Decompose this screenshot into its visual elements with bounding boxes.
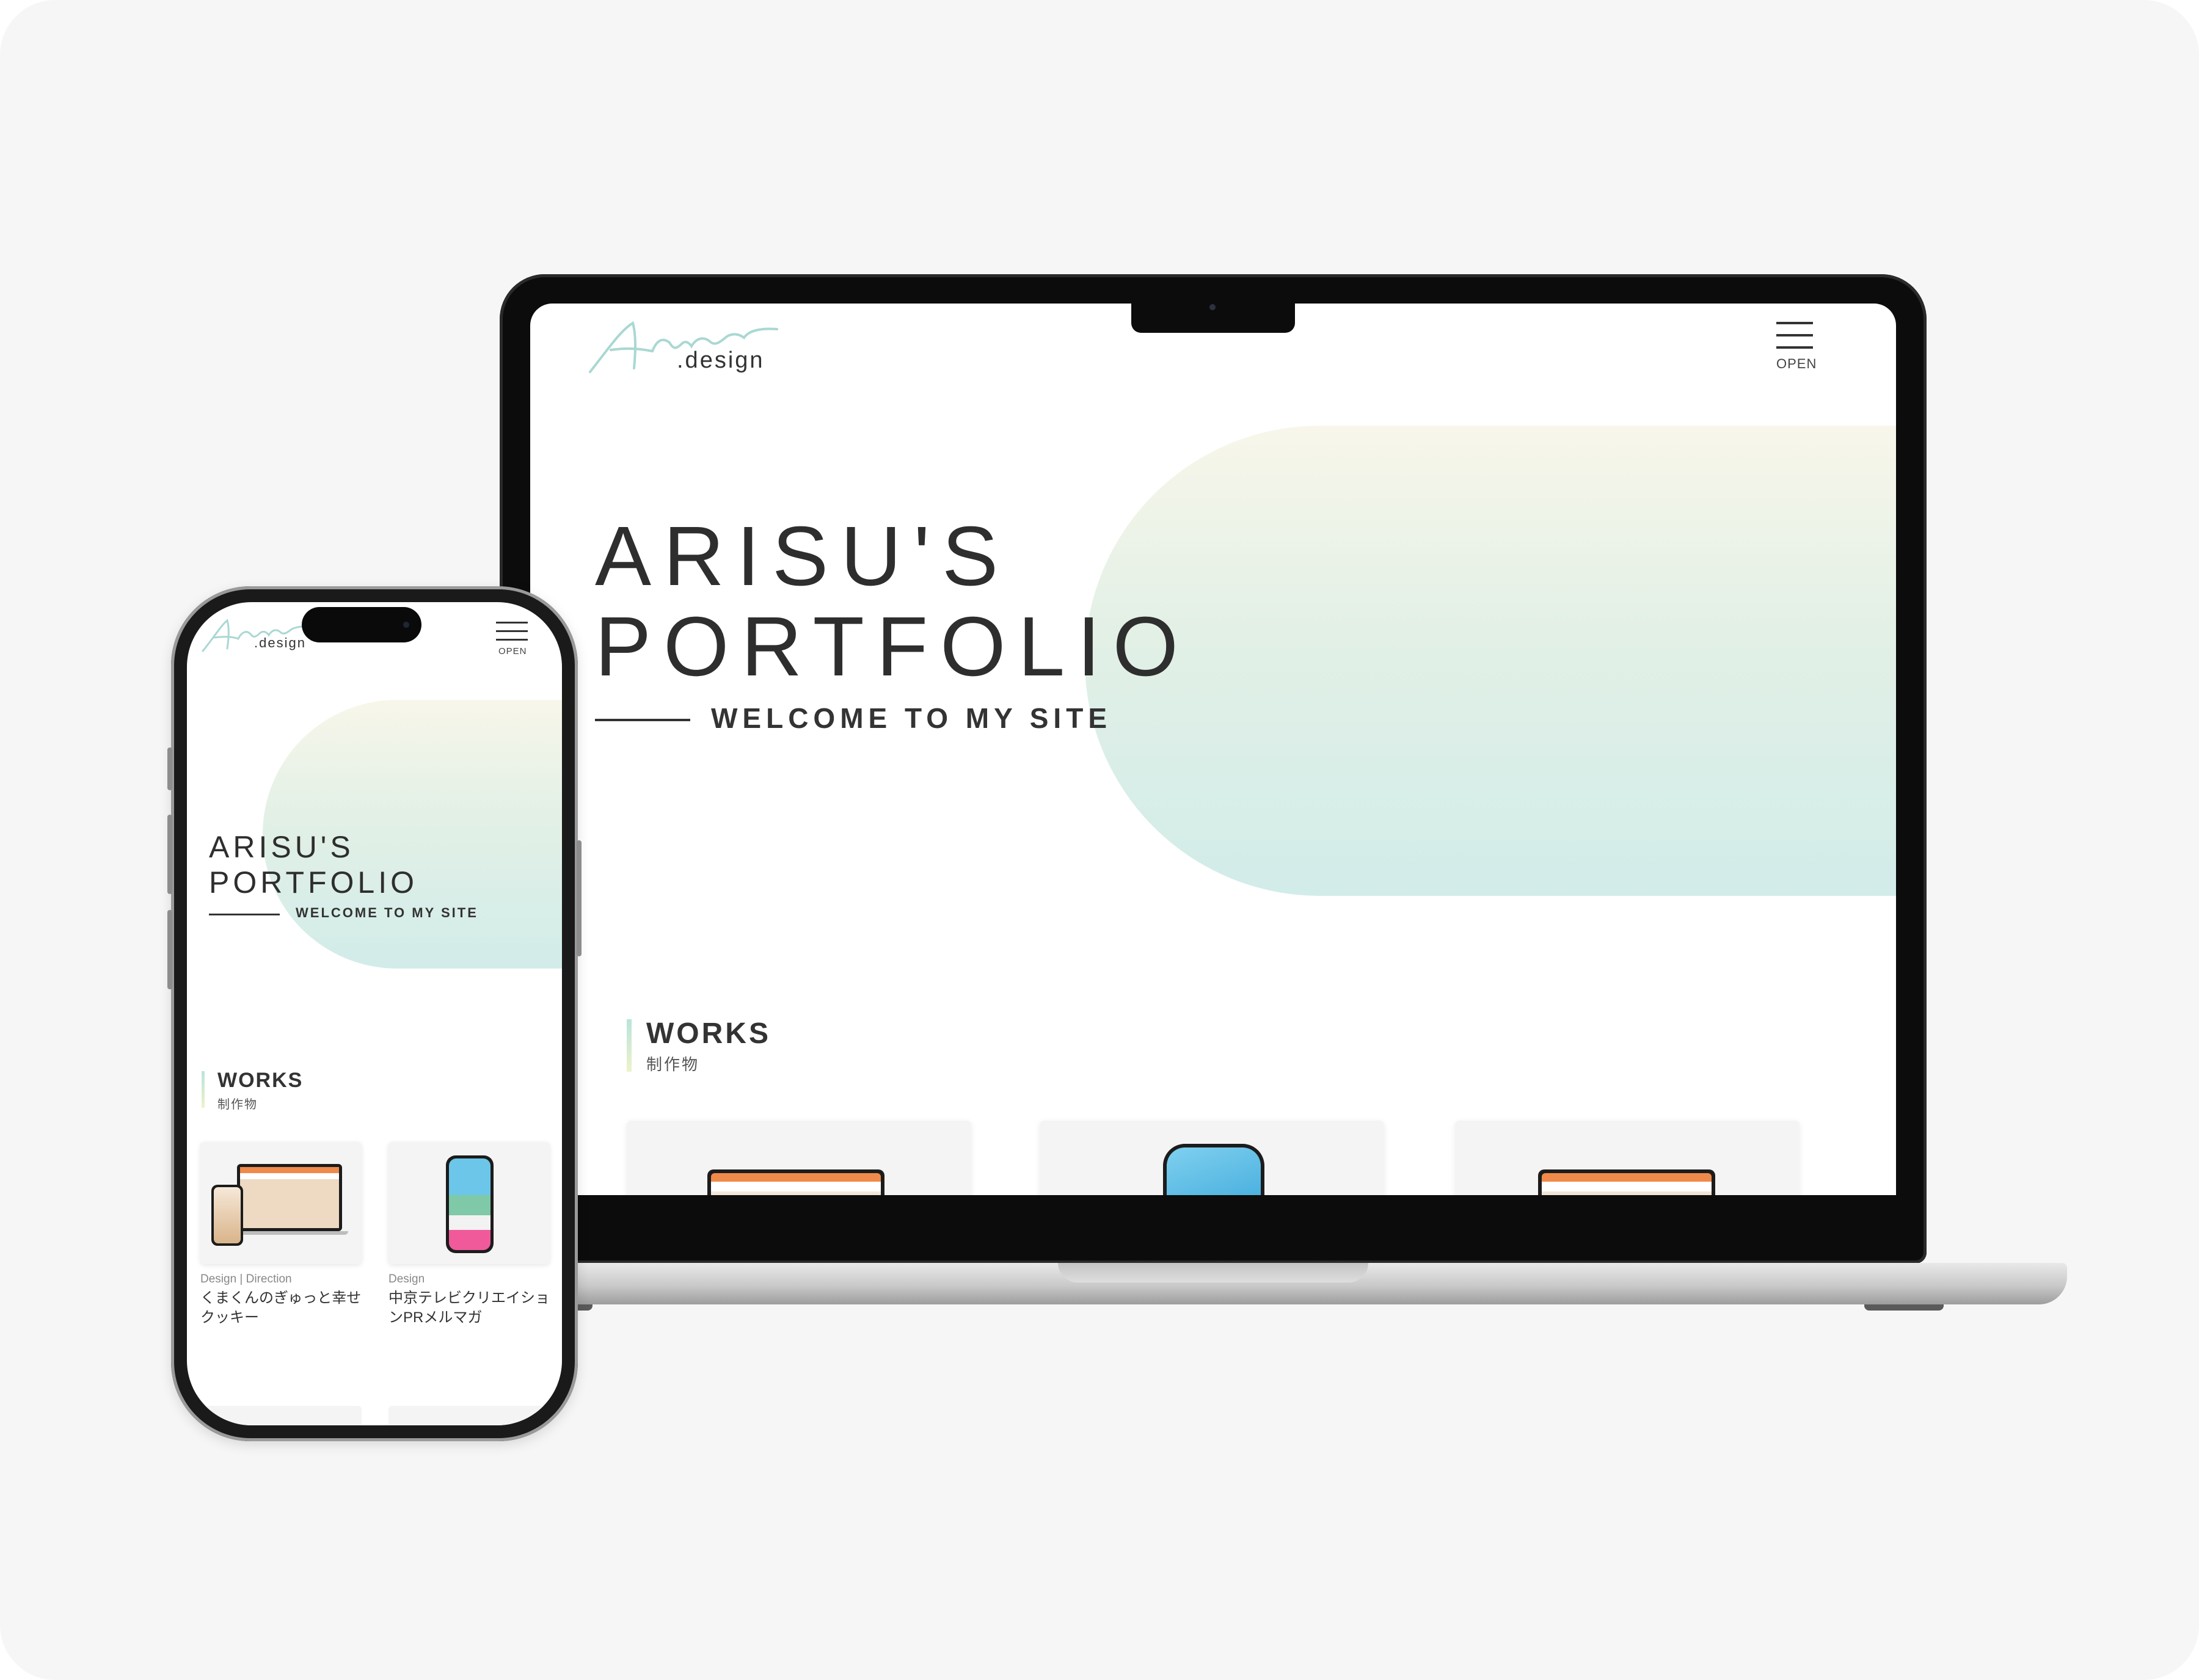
phone-side-button xyxy=(577,840,582,956)
hero-title-line1: ARISU'S xyxy=(595,509,1011,603)
hero-title-line2: PORTFOLIO xyxy=(595,600,1191,694)
laptop-camera xyxy=(1209,304,1216,310)
menu-button[interactable]: OPEN xyxy=(496,620,530,663)
hero-title-line2: PORTFOLIO xyxy=(209,865,418,900)
phone-camera xyxy=(403,622,409,628)
laptop-base-notch xyxy=(1058,1263,1368,1282)
work-thumbnail xyxy=(388,1142,550,1264)
hamburger-icon-line xyxy=(1776,334,1813,336)
works-heading: WORKS xyxy=(646,1017,771,1050)
works-subheading: 制作物 xyxy=(646,1055,700,1074)
work-thumbnail xyxy=(707,1169,884,1195)
work-title: 中京テレビクリエイションPRメルマガ xyxy=(388,1290,550,1326)
work-thumbnail xyxy=(1538,1169,1715,1195)
hamburger-icon-line xyxy=(1776,322,1813,324)
work-card[interactable] xyxy=(627,1121,971,1195)
mockup-stage: .design OPEN ARISU'S PORTFOLIO WELCOME T… xyxy=(0,0,2199,1680)
logo-text[interactable]: .design xyxy=(677,347,765,374)
hero-subtitle-rule xyxy=(209,914,280,915)
hamburger-icon-line xyxy=(496,630,528,632)
phone-side-button xyxy=(167,910,172,989)
menu-button[interactable]: OPEN xyxy=(1776,318,1817,373)
hero-subtitle-rule xyxy=(595,719,690,721)
thumb-laptop-base xyxy=(231,1231,348,1235)
work-thumbnail xyxy=(1163,1144,1264,1195)
thumb-laptop xyxy=(237,1164,342,1231)
work-card[interactable] xyxy=(1455,1121,1800,1195)
thumb-phone xyxy=(211,1185,243,1246)
laptop-foot xyxy=(1864,1304,1944,1311)
phone-frame: .design OPEN ARISU'S PORTFOLIO WELCOME T… xyxy=(171,586,578,1441)
laptop-screen: .design OPEN ARISU'S PORTFOLIO WELCOME T… xyxy=(530,304,1896,1195)
menu-label: OPEN xyxy=(498,646,527,656)
work-thumbnail xyxy=(200,1142,362,1264)
work-category: Design | Direction xyxy=(200,1273,292,1285)
hamburger-icon-line xyxy=(496,622,528,624)
hero-title: ARISU'S PORTFOLIO xyxy=(209,829,418,900)
thumb-phone xyxy=(446,1155,494,1253)
hero-gradient-shape xyxy=(1085,426,1896,896)
hero-subtitle: WELCOME TO MY SITE xyxy=(296,905,478,920)
phone-side-button xyxy=(167,747,172,790)
menu-label: OPEN xyxy=(1776,356,1817,371)
hero-title: ARISU'S PORTFOLIO xyxy=(595,511,1191,692)
works-accent-bar xyxy=(627,1019,632,1072)
work-card[interactable] xyxy=(388,1406,550,1425)
work-title: くまくんのぎゅっと幸せクッキー xyxy=(200,1290,362,1326)
work-card[interactable] xyxy=(200,1406,362,1425)
hero-subtitle: WELCOME TO MY SITE xyxy=(711,702,1112,734)
hero-title-line1: ARISU'S xyxy=(209,830,354,864)
hamburger-icon-line xyxy=(1776,346,1813,349)
work-category: Design xyxy=(388,1273,425,1285)
works-accent-bar xyxy=(202,1071,205,1108)
phone-side-button xyxy=(167,815,172,894)
works-subheading: 制作物 xyxy=(217,1098,258,1111)
work-card[interactable] xyxy=(1040,1121,1384,1195)
hamburger-icon-line xyxy=(496,639,528,641)
works-heading: WORKS xyxy=(217,1069,304,1092)
phone-screen: .design OPEN ARISU'S PORTFOLIO WELCOME T… xyxy=(187,602,562,1425)
logo-text[interactable]: .design xyxy=(254,635,306,651)
